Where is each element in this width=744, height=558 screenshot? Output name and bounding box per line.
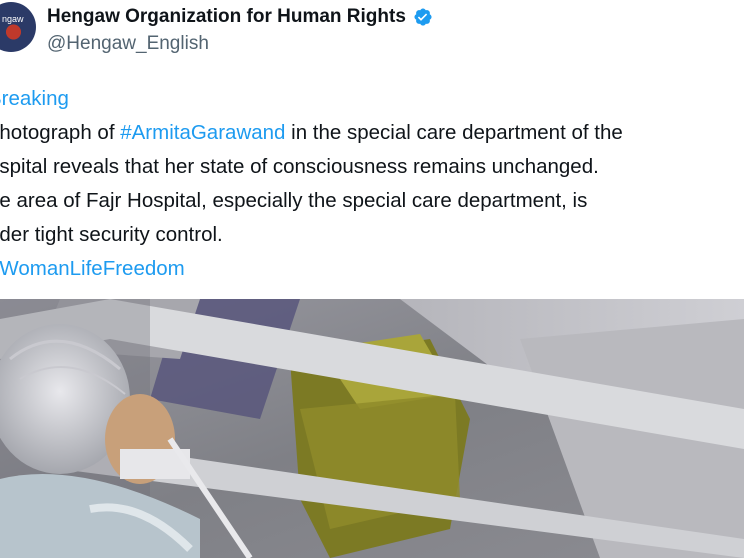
tweet-text: Breaking photograph of #ArmitaGarawand i…	[0, 82, 744, 286]
author-handle[interactable]: @Hengaw_English	[47, 33, 209, 55]
tweet-line-1-post: in the special care department of the	[285, 121, 623, 144]
tweet-photo[interactable]	[0, 299, 744, 558]
tweet-line-3: he area of Fajr Hospital, especially the…	[0, 189, 588, 212]
hospital-photo-image	[0, 299, 744, 558]
hashtag-womanlifefreedom-link[interactable]: #WomanLifeFreedom	[0, 252, 744, 286]
author-name[interactable]: Hengaw Organization for Human Rights	[47, 6, 406, 28]
breaking-label: Breaking	[0, 87, 69, 110]
avatar[interactable]: ngaw	[0, 2, 36, 52]
hashtag-armitagarawand-link[interactable]: #ArmitaGarawand	[120, 121, 285, 144]
verified-badge-icon[interactable]	[413, 7, 433, 27]
avatar-logo-text: ngaw	[2, 14, 24, 24]
tweet-line-2: ospital reveals that her state of consci…	[0, 155, 599, 178]
tweet-line-4: nder tight security control.	[0, 223, 223, 246]
author-row: Hengaw Organization for Human Rights	[47, 4, 433, 30]
tweet-line-1: photograph of #ArmitaGarawand in the spe…	[0, 116, 744, 150]
tweet-line-1-pre: photograph of	[0, 121, 121, 144]
